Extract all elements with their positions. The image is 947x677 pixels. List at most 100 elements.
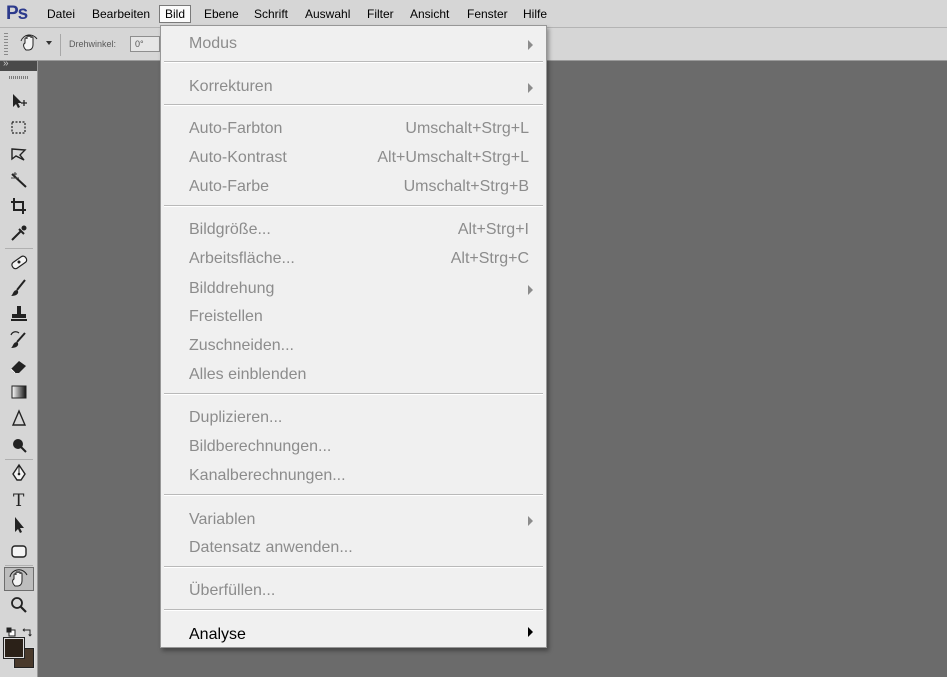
menu-item-bilddrehung[interactable]: Bilddrehung — [161, 277, 546, 301]
menu-item-shortcut: Alt+Strg+C — [450, 250, 529, 267]
menu-item-label: Bilddrehung — [189, 280, 275, 297]
menu-item-label: Analyse — [189, 626, 246, 643]
menu-item-korrekturen[interactable]: Korrekturen — [161, 75, 546, 99]
menu-datei[interactable]: Datei — [42, 6, 80, 22]
menu-separator — [164, 566, 543, 568]
healing-brush-icon[interactable] — [7, 251, 31, 273]
menu-item-label: Duplizieren... — [189, 409, 283, 426]
menu-bearbeiten[interactable]: Bearbeiten — [87, 6, 155, 22]
menu-item-label: Modus — [189, 35, 238, 52]
foreground-color-swatch[interactable] — [3, 637, 25, 659]
menu-auswahl[interactable]: Auswahl — [300, 6, 355, 22]
tool-preset-arrow-icon[interactable] — [46, 41, 52, 45]
menu-bild[interactable]: Bild — [159, 5, 192, 23]
menu-item-label: Alles einblenden — [189, 366, 307, 383]
shape-icon[interactable] — [7, 540, 31, 562]
toolbox-grip[interactable] — [9, 76, 29, 79]
toolbox: » T — [0, 58, 38, 677]
menu-item-freistellen[interactable]: Freistellen — [161, 305, 546, 329]
menu-item-auto-farbe[interactable]: Auto-Farbe Umschalt+Strg+B — [161, 175, 546, 199]
eraser-icon[interactable] — [7, 355, 31, 377]
submenu-arrow-icon — [528, 83, 533, 93]
menu-item-label: Auto-Farbe — [189, 178, 270, 195]
menu-item-label: Auto-Farbton — [189, 120, 283, 137]
magic-wand-icon[interactable] — [7, 169, 31, 191]
menu-item-duplizieren[interactable]: Duplizieren... — [161, 406, 546, 430]
hand-rotate-icon[interactable] — [18, 34, 44, 54]
toolbox-divider — [5, 565, 33, 566]
brush-icon[interactable] — [7, 277, 31, 299]
menu-ebene[interactable]: Ebene — [199, 6, 244, 22]
menu-separator — [164, 61, 543, 63]
menu-separator — [164, 494, 543, 496]
menu-item-label: Korrekturen — [189, 78, 273, 95]
color-swatches — [3, 627, 36, 670]
menu-item-shortcut: Umschalt+Strg+B — [403, 178, 529, 195]
submenu-arrow-icon — [528, 627, 533, 637]
marquee-icon[interactable] — [7, 117, 31, 139]
clone-stamp-icon[interactable] — [7, 303, 31, 325]
menu-item-label: Überfüllen... — [189, 582, 276, 599]
rotate-angle-label: Drehwinkel: — [69, 39, 117, 49]
menu-item-kanalberechnungen[interactable]: Kanalberechnungen... — [161, 464, 546, 488]
menu-item-label: Bildgröße... — [189, 221, 271, 238]
menu-item-label: Arbeitsfläche... — [189, 250, 295, 267]
type-icon[interactable]: T — [7, 488, 31, 510]
expand-icon: » — [3, 58, 8, 69]
toolbox-header[interactable]: » — [0, 58, 37, 71]
path-selection-icon[interactable] — [7, 514, 31, 536]
menu-item-label: Freistellen — [189, 308, 263, 325]
menu-item-label: Kanalberechnungen... — [189, 467, 346, 484]
menu-item-ueberfuellen[interactable]: Überfüllen... — [161, 579, 546, 603]
svg-text:T: T — [13, 491, 25, 510]
default-colors-icon[interactable] — [6, 624, 16, 637]
photoshop-logo: Ps — [6, 3, 28, 24]
menu-separator — [164, 609, 543, 611]
menu-item-bildgroesse[interactable]: Bildgröße... Alt+Strg+I — [161, 218, 546, 242]
menu-item-datensatz-anwenden[interactable]: Datensatz anwenden... — [161, 536, 546, 560]
menu-item-label: Zuschneiden... — [189, 337, 294, 354]
menu-item-label: Bildberechnungen... — [189, 438, 332, 455]
menu-separator — [164, 205, 543, 207]
submenu-arrow-icon — [528, 40, 533, 50]
menu-separator — [164, 393, 543, 395]
menu-item-modus[interactable]: Modus — [161, 32, 546, 56]
options-grip[interactable] — [4, 33, 8, 55]
rotate-view-icon[interactable] — [4, 567, 34, 591]
menu-item-auto-farbton[interactable]: Auto-Farbton Umschalt+Strg+L — [161, 117, 546, 141]
menu-ansicht[interactable]: Ansicht — [405, 6, 454, 22]
history-brush-icon[interactable] — [7, 329, 31, 351]
lasso-icon[interactable] — [7, 143, 31, 165]
menu-item-alles-einblenden[interactable]: Alles einblenden — [161, 363, 546, 387]
bild-dropdown-menu: Modus Korrekturen Auto-Farbton Umschalt+… — [160, 25, 547, 648]
pen-icon[interactable] — [7, 462, 31, 484]
rotate-angle-input[interactable]: 0° — [130, 36, 160, 52]
blur-icon[interactable] — [7, 408, 31, 430]
swap-colors-icon[interactable] — [22, 624, 32, 637]
menu-schrift[interactable]: Schrift — [249, 6, 293, 22]
menu-item-label: Auto-Kontrast — [189, 149, 287, 166]
submenu-arrow-icon — [528, 516, 533, 526]
menu-item-arbeitsflaeche[interactable]: Arbeitsfläche... Alt+Strg+C — [161, 247, 546, 271]
toolbox-divider — [5, 459, 33, 460]
move-icon[interactable] — [7, 90, 31, 112]
menu-filter[interactable]: Filter — [362, 6, 399, 22]
menu-item-analyse[interactable]: Analyse — [161, 623, 546, 647]
menu-item-bildberechnungen[interactable]: Bildberechnungen... — [161, 435, 546, 459]
eyedropper-icon[interactable] — [7, 222, 31, 244]
gradient-icon[interactable] — [7, 381, 31, 403]
submenu-arrow-icon — [528, 285, 533, 295]
options-divider — [60, 34, 61, 56]
zoom-icon[interactable] — [7, 594, 31, 616]
menu-item-auto-kontrast[interactable]: Auto-Kontrast Alt+Umschalt+Strg+L — [161, 146, 546, 170]
menu-item-zuschneiden[interactable]: Zuschneiden... — [161, 334, 546, 358]
menu-item-label: Datensatz anwenden... — [189, 539, 353, 556]
crop-icon[interactable] — [7, 195, 31, 217]
menu-item-shortcut: Alt+Strg+I — [457, 221, 529, 238]
dodge-icon[interactable] — [7, 434, 31, 456]
menu-item-label: Variablen — [189, 511, 256, 528]
menu-hilfe[interactable]: Hilfe — [518, 6, 552, 22]
menu-item-shortcut: Umschalt+Strg+L — [405, 120, 529, 137]
menu-item-variablen[interactable]: Variablen — [161, 508, 546, 532]
menu-fenster[interactable]: Fenster — [462, 6, 513, 22]
